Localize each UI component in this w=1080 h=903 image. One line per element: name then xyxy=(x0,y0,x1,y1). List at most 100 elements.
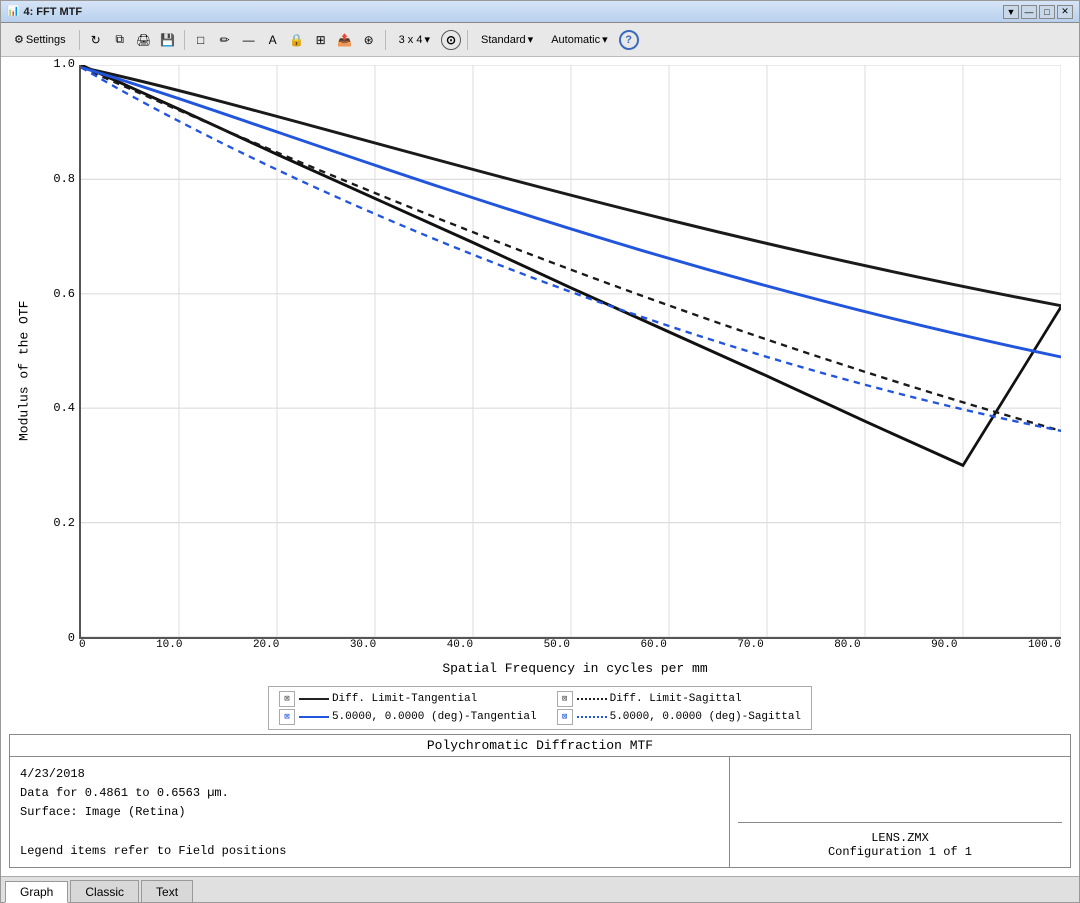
y-tick-1: 1.0 xyxy=(53,57,75,71)
title-bar-right: ▼ — □ ✕ xyxy=(1003,5,1073,19)
x-tick-70: 70.0 xyxy=(737,639,763,651)
x-tick-90: 90.0 xyxy=(931,639,957,651)
x-tick-0: 0 xyxy=(79,639,86,651)
chart-plot xyxy=(79,65,1061,639)
info-section: Polychromatic Diffraction MTF 4/23/2018 … xyxy=(9,734,1071,868)
legend-line-diff-tangential xyxy=(299,698,329,700)
x-tick-10: 10.0 xyxy=(156,639,182,651)
y-tick-2: 0.8 xyxy=(53,172,75,186)
window-icon: 📊 xyxy=(7,6,19,17)
legend-line-diff-sagittal xyxy=(577,698,607,700)
legend-icon-diff-sagittal: ⊠ xyxy=(557,691,573,707)
separator-1 xyxy=(79,30,80,50)
save-icon[interactable]: 💾 xyxy=(158,30,178,50)
legend-icon-field-tangential: ⊠ xyxy=(279,709,295,725)
settings-icon: ⚙ xyxy=(14,33,24,46)
grid-dropdown[interactable]: 3 x 4 ▾ xyxy=(392,28,437,52)
legend-icon-field-sagittal: ⊠ xyxy=(557,709,573,725)
info-spacer xyxy=(20,823,719,842)
export-icon[interactable]: 📤 xyxy=(335,30,355,50)
legend-label-diff-sagittal: Diff. Limit-Sagittal xyxy=(610,693,742,705)
pin-button[interactable]: ▼ xyxy=(1003,5,1019,19)
lock-icon[interactable]: 🔒 xyxy=(287,30,307,50)
line-icon[interactable]: — xyxy=(239,30,259,50)
main-window: 📊 4: FFT MTF ▼ — □ ✕ ⚙ Settings ↻ ⧉ 🖨 💾 … xyxy=(0,0,1080,903)
legend-label-field-sagittal: 5.0000, 0.0000 (deg)-Sagittal xyxy=(610,711,801,723)
info-body: 4/23/2018 Data for 0.4861 to 0.6563 µm. … xyxy=(10,757,1070,867)
tab-classic[interactable]: Classic xyxy=(70,880,139,902)
help-icon[interactable]: ? xyxy=(619,30,639,50)
info-legend-note: Legend items refer to Field positions xyxy=(20,842,719,861)
x-tick-20: 20.0 xyxy=(253,639,279,651)
x-tick-60: 60.0 xyxy=(640,639,666,651)
legend-item-diff-sagittal: ⊠ Diff. Limit-Sagittal xyxy=(557,691,801,707)
tab-graph[interactable]: Graph xyxy=(5,881,68,903)
info-right: LENS.ZMX Configuration 1 of 1 xyxy=(730,757,1070,867)
pencil-icon[interactable]: ✏ xyxy=(215,30,235,50)
legend-line-field-tangential xyxy=(299,716,329,718)
y-tick-3: 0.6 xyxy=(53,287,75,301)
x-tick-80: 80.0 xyxy=(834,639,860,651)
separator-4 xyxy=(467,30,468,50)
x-tick-40: 40.0 xyxy=(447,639,473,651)
main-content: Modulus of the OTF 1.0 0.8 0.6 0.4 0.2 0 xyxy=(1,57,1079,876)
print-icon[interactable]: 🖨 xyxy=(134,30,154,50)
legend-icon-diff-tangential: ⊠ xyxy=(279,691,295,707)
legend-label-field-tangential: 5.0000, 0.0000 (deg)-Tangential xyxy=(332,711,537,723)
chart-area: Modulus of the OTF 1.0 0.8 0.6 0.4 0.2 0 xyxy=(9,65,1071,734)
legend-item-field-sagittal: ⊠ 5.0000, 0.0000 (deg)-Sagittal xyxy=(557,709,801,725)
settings-button[interactable]: ⚙ Settings xyxy=(7,28,73,52)
x-axis-label: Spatial Frequency in cycles per mm xyxy=(79,661,1071,676)
minimize-button[interactable]: — xyxy=(1021,5,1037,19)
standard-chevron-icon: ▾ xyxy=(528,33,534,46)
close-button[interactable]: ✕ xyxy=(1057,5,1073,19)
info-left: 4/23/2018 Data for 0.4861 to 0.6563 µm. … xyxy=(10,757,730,867)
toolbar: ⚙ Settings ↻ ⧉ 🖨 💾 □ ✏ — A 🔒 ⊞ 📤 ⊛ 3 x 4… xyxy=(1,23,1079,57)
legend-area: ⊠ Diff. Limit-Tangential ⊠ Diff. Limit-S… xyxy=(9,676,1071,734)
y-tick-6: 0 xyxy=(68,631,75,645)
info-surface: Surface: Image (Retina) xyxy=(20,803,719,822)
title-bar: 📊 4: FFT MTF ▼ — □ ✕ xyxy=(1,1,1079,23)
info-date: 4/23/2018 xyxy=(20,765,719,784)
text-icon[interactable]: A xyxy=(263,30,283,50)
info-config: Configuration 1 of 1 xyxy=(738,845,1062,859)
legend-item-field-tangential: ⊠ 5.0000, 0.0000 (deg)-Tangential xyxy=(279,709,537,725)
tab-text[interactable]: Text xyxy=(141,880,193,902)
grid-chevron-icon: ▾ xyxy=(424,33,430,46)
legend-box: ⊠ Diff. Limit-Tangential ⊠ Diff. Limit-S… xyxy=(268,686,812,730)
x-tick-50: 50.0 xyxy=(544,639,570,651)
legend-label-diff-tangential: Diff. Limit-Tangential xyxy=(332,693,477,705)
separator-3 xyxy=(385,30,386,50)
tabs-bar: Graph Classic Text xyxy=(1,876,1079,902)
y-tick-4: 0.4 xyxy=(53,401,75,415)
info-wavelength: Data for 0.4861 to 0.6563 µm. xyxy=(20,784,719,803)
layers-icon[interactable]: ⊛ xyxy=(359,30,379,50)
info-filename: LENS.ZMX xyxy=(738,831,1062,845)
grid-select-icon[interactable]: ⊞ xyxy=(311,30,331,50)
separator-2 xyxy=(184,30,185,50)
y-axis-label: Modulus of the OTF xyxy=(9,65,39,676)
standard-dropdown[interactable]: Standard ▾ xyxy=(474,28,540,52)
refresh-icon[interactable]: ↻ xyxy=(86,30,106,50)
x-tick-30: 30.0 xyxy=(350,639,376,651)
copy-icon[interactable]: ⧉ xyxy=(110,30,130,50)
window-title: 4: FFT MTF xyxy=(23,6,82,18)
legend-item-diff-tangential: ⊠ Diff. Limit-Tangential xyxy=(279,691,537,707)
x-tick-100: 100.0 xyxy=(1028,639,1061,651)
chart-svg xyxy=(81,65,1061,637)
title-bar-left: 📊 4: FFT MTF xyxy=(7,6,82,18)
y-tick-5: 0.2 xyxy=(53,516,75,530)
info-title: Polychromatic Diffraction MTF xyxy=(10,735,1070,757)
chart-container: Modulus of the OTF 1.0 0.8 0.6 0.4 0.2 0 xyxy=(9,65,1071,676)
y-axis-ticks: 1.0 0.8 0.6 0.4 0.2 0 xyxy=(39,65,79,639)
chart-plot-wrapper: 1.0 0.8 0.6 0.4 0.2 0 xyxy=(39,65,1071,659)
info-right-bottom: LENS.ZMX Configuration 1 of 1 xyxy=(738,822,1062,859)
info-icon[interactable]: ⊙ xyxy=(441,30,461,50)
x-axis-ticks: 0 10.0 20.0 30.0 40.0 50.0 60.0 70.0 80.… xyxy=(79,639,1061,659)
rect-icon[interactable]: □ xyxy=(191,30,211,50)
maximize-button[interactable]: □ xyxy=(1039,5,1055,19)
legend-line-field-sagittal xyxy=(577,716,607,718)
automatic-chevron-icon: ▾ xyxy=(602,33,608,46)
chart-inner: 1.0 0.8 0.6 0.4 0.2 0 xyxy=(39,65,1071,676)
automatic-dropdown[interactable]: Automatic ▾ xyxy=(544,28,614,52)
